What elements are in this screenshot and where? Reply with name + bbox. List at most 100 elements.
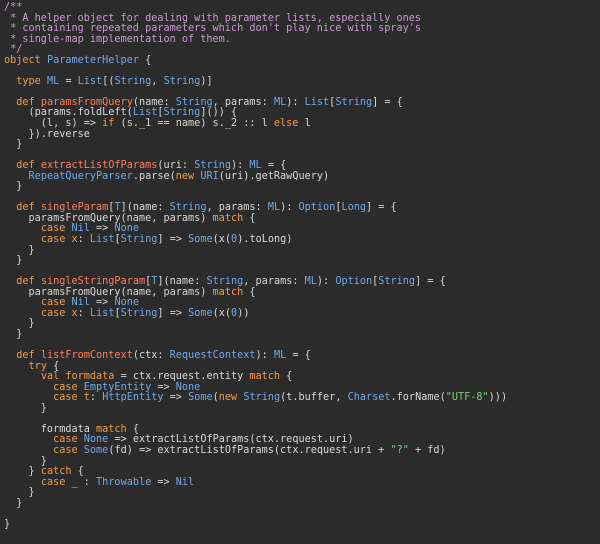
code-token: ] => (157, 307, 189, 319)
code-token: String (120, 234, 158, 246)
code-line[interactable]: } (0, 456, 600, 468)
code-line[interactable]: } (0, 139, 600, 151)
code-line[interactable]: case x: List[String] => Some(x(0).toLong… (0, 234, 600, 246)
code-line[interactable]: case t: HttpEntity => Some(new String(t.… (0, 392, 600, 404)
code-token: ] = { (415, 276, 446, 288)
code-token: String (169, 202, 207, 214)
code-token: : (77, 234, 90, 246)
code-token: { (46, 360, 60, 372)
code-token: } (4, 328, 23, 340)
code-line[interactable]: case Some(fd) => extractListOfParams(ctx… (0, 444, 600, 457)
code-line[interactable]: case _ : Throwable => Nil (0, 477, 600, 489)
code-token: * single-map implementation of them. (4, 33, 231, 45)
code-line[interactable]: } (0, 182, 600, 193)
code-token: paramsFromQuery (40, 96, 133, 108)
code-line[interactable]: RepeatQueryParser.parse(new URI(uri).get… (0, 170, 600, 183)
code-token: => (163, 392, 189, 404)
code-token: (uri).getRawQuery) (218, 170, 330, 182)
code-token: ): (316, 276, 336, 288)
code-line[interactable]: type ML = List[(String, String)] (0, 75, 600, 88)
code-token: l (298, 118, 311, 130)
code-token: )] (200, 75, 213, 87)
code-token: , params: (206, 202, 268, 214)
code-token: => (89, 297, 115, 309)
code-line[interactable]: } (0, 518, 600, 531)
code-token: case (53, 381, 78, 393)
code-token: object (4, 54, 41, 66)
code-token: * containing repeated parameters which d… (4, 23, 422, 35)
code-token: (t.buffer, (280, 392, 348, 404)
code-token: case (40, 234, 66, 246)
code-token: .forName( (390, 392, 446, 404)
code-token: match (212, 286, 244, 298)
code-token: singleStringParam (40, 276, 146, 288)
code-line[interactable]: (l, s) => if (s._1 == name) s._2 :: l el… (0, 118, 600, 130)
code-token: String (163, 107, 201, 119)
code-token: { (126, 423, 139, 435)
code-token: else (273, 118, 299, 130)
code-line[interactable]: } (0, 255, 600, 267)
code-token: .parse( (132, 170, 176, 182)
code-token: } (4, 181, 23, 193)
code-token: None (114, 223, 139, 235)
code-token: (ctx: (132, 350, 170, 362)
code-token: catch (40, 466, 72, 478)
code-token: formdata (65, 371, 115, 383)
code-line[interactable]: case x: List[String] => Some(x(0)) (0, 307, 600, 320)
code-token: Nil (71, 223, 90, 235)
code-token: } (4, 255, 23, 267)
code-token: ](name: (157, 276, 207, 288)
code-editor[interactable]: /** * A helper object for dealing with p… (0, 0, 600, 544)
code-token: { (243, 212, 256, 224)
code-line[interactable]: } (0, 319, 600, 330)
code-token: None (114, 297, 139, 309)
code-token: HttpEntity (102, 392, 164, 404)
code-line[interactable]: } (0, 245, 600, 257)
code-token: String (120, 307, 158, 319)
code-token: case (40, 223, 66, 235)
code-line[interactable]: } (0, 402, 600, 415)
code-line[interactable]: object ParameterHelper { (0, 54, 600, 67)
code-token: String (194, 160, 231, 172)
code-line[interactable] (0, 509, 600, 520)
code-token: } (4, 518, 11, 530)
code-token: case (40, 307, 66, 319)
code-token: => (151, 381, 176, 393)
code-token: } (4, 402, 47, 414)
code-token: => (89, 223, 115, 235)
code-token: def (16, 350, 35, 362)
code-token: def (16, 202, 35, 214)
code-token: (params.foldLeft( (4, 107, 133, 119)
code-token: EmptyEntity (83, 381, 152, 393)
code-token: ] = { (372, 96, 403, 108)
code-line[interactable]: } (0, 328, 600, 341)
code-line[interactable]: } (0, 498, 600, 510)
code-token: = { (261, 160, 287, 172)
code-token: ML (273, 350, 287, 362)
code-token: try (28, 360, 47, 372)
code-token: new (175, 170, 195, 182)
code-token: String (243, 392, 281, 404)
code-token: Some (188, 307, 213, 319)
code-line[interactable]: def listFromContext(ctx: RequestContext)… (0, 350, 600, 362)
code-token: Some (83, 444, 109, 456)
code-token: [( (102, 75, 115, 87)
code-token: ).toLong) (237, 234, 293, 246)
code-line[interactable]: } (0, 487, 600, 499)
code-token: ML (304, 276, 317, 288)
code-token: ML (267, 202, 281, 214)
code-line[interactable]: }).reverse (0, 129, 600, 141)
code-line[interactable]: * single-map implementation of them. (0, 33, 600, 46)
code-token: ): (231, 160, 250, 172)
code-token: paramsFromQuery(name, params) (4, 286, 213, 298)
code-token: (x( (212, 234, 232, 246)
